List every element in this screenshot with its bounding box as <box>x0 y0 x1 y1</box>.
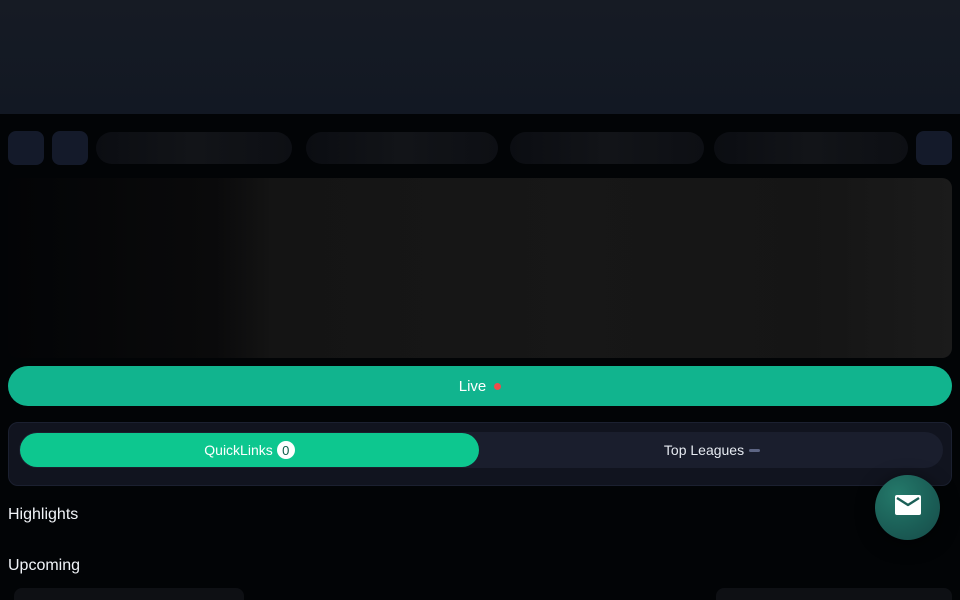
top-header <box>0 0 960 114</box>
tab-track: QuickLinks 0 Top Leagues <box>19 432 943 468</box>
nav-menu-button[interactable] <box>8 131 44 165</box>
tab-top-leagues[interactable]: Top Leagues <box>481 433 943 467</box>
live-label: Live <box>458 377 487 395</box>
tab-quicklinks[interactable]: QuickLinks 0 <box>20 433 479 467</box>
top-leagues-dash-badge <box>749 449 761 452</box>
mail-icon <box>894 494 922 521</box>
nav-pill-1[interactable] <box>96 132 292 164</box>
promo-banner[interactable] <box>8 178 952 358</box>
upcoming-skeleton-left <box>14 588 244 600</box>
live-button[interactable]: Live <box>8 366 952 406</box>
tab-quicklinks-label: QuickLinks <box>204 442 273 458</box>
nav-pill-4[interactable] <box>714 132 908 164</box>
highlights-heading: Highlights <box>8 506 79 523</box>
upcoming-heading: Upcoming <box>8 557 81 574</box>
nav-pill-3[interactable] <box>510 132 704 164</box>
nav-more-button[interactable] <box>916 131 952 165</box>
quick-tabs-container: QuickLinks 0 Top Leagues <box>8 422 952 486</box>
upcoming-skeleton-right <box>716 588 952 600</box>
contact-fab-button[interactable] <box>875 475 940 540</box>
tab-top-leagues-label: Top Leagues <box>663 442 745 458</box>
quicklinks-count-badge: 0 <box>276 441 295 459</box>
live-indicator-dot <box>494 383 502 390</box>
nav-search-button[interactable] <box>52 131 88 165</box>
nav-pill-2[interactable] <box>306 132 498 164</box>
nav-row <box>0 130 960 166</box>
